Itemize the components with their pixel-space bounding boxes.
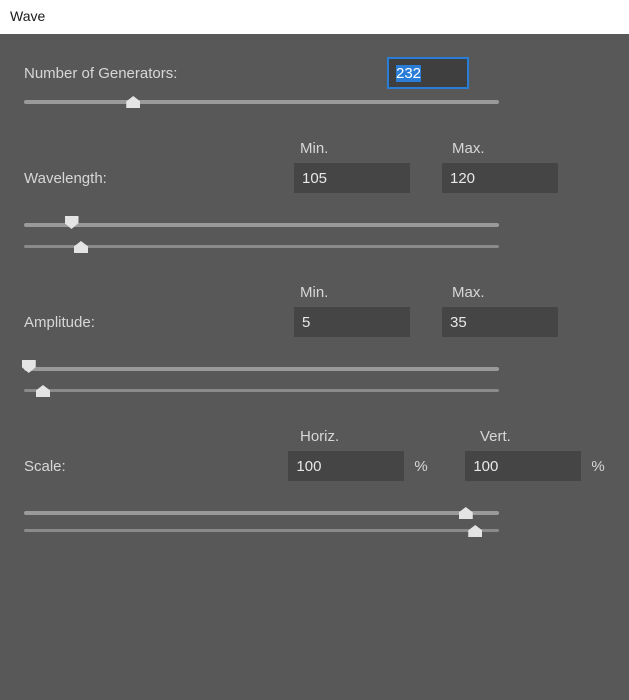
wavelength-min-slider-thumb[interactable] (65, 216, 79, 229)
wave-panel: Number of Generators: Min. Max. Waveleng… (0, 34, 629, 700)
amplitude-max-label: Max. (446, 284, 566, 301)
wavelength-max-input[interactable] (442, 163, 558, 193)
generators-slider[interactable] (24, 100, 499, 104)
amplitude-min-label: Min. (294, 284, 414, 301)
generators-slider-thumb[interactable] (126, 96, 140, 108)
scale-horiz-slider-thumb[interactable] (459, 507, 473, 519)
amplitude-min-input[interactable] (294, 307, 410, 337)
scale-vert-slider-thumb[interactable] (468, 525, 482, 537)
scale-vert-input[interactable] (465, 451, 581, 481)
amplitude-max-slider-thumb[interactable] (36, 385, 50, 397)
amplitude-min-slider[interactable] (24, 367, 499, 371)
amplitude-label: Amplitude: (24, 314, 294, 331)
amplitude-max-input[interactable] (442, 307, 558, 337)
scale-horiz-label: Horiz. (294, 428, 414, 445)
scale-vert-slider[interactable] (24, 529, 499, 532)
scale-vert-unit: % (581, 458, 607, 475)
dialog-title: Wave (10, 8, 45, 24)
wavelength-min-input[interactable] (294, 163, 410, 193)
amplitude-max-slider[interactable] (24, 389, 499, 392)
scale-horiz-unit: % (404, 458, 430, 475)
scale-label: Scale: (24, 458, 288, 475)
dialog-titlebar: Wave (0, 0, 629, 34)
generators-input[interactable] (388, 58, 468, 88)
wavelength-min-label: Min. (294, 140, 414, 157)
wavelength-max-label: Max. (446, 140, 566, 157)
amplitude-min-slider-thumb[interactable] (22, 360, 36, 373)
scale-horiz-input[interactable] (288, 451, 404, 481)
wavelength-label: Wavelength: (24, 170, 294, 187)
wavelength-max-slider-thumb[interactable] (74, 241, 88, 253)
scale-horiz-slider[interactable] (24, 511, 499, 515)
generators-label: Number of Generators: (24, 65, 294, 82)
wavelength-min-slider[interactable] (24, 223, 499, 227)
scale-vert-label: Vert. (474, 428, 594, 445)
wavelength-max-slider[interactable] (24, 245, 499, 248)
